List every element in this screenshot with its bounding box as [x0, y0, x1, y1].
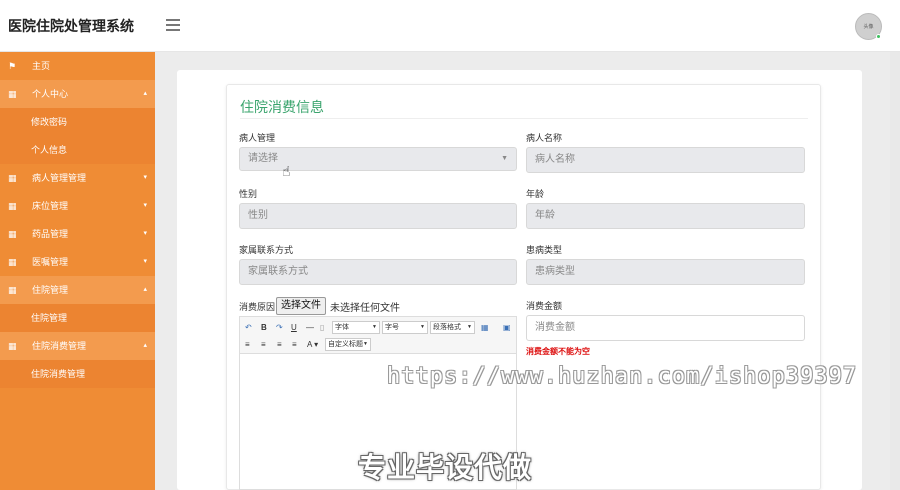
- sidebar-item-label: 个人信息: [31, 145, 68, 155]
- sidebar: ⚑ 主页 ▦ 个人中心 ▴ 修改密码个人信息 ▦ 病人管理管理 ▾ ▦ 床位管理 ▾ ▦ 药品管理 ▾ ▦ 医嘱…: [0, 52, 155, 490]
- amount-field[interactable]: 消费金额: [526, 315, 805, 341]
- chevron-down-icon: ▼: [420, 324, 425, 330]
- chevron-up-icon: ▴: [143, 90, 147, 97]
- grid-icon: ▦: [8, 201, 17, 211]
- sidebar-item[interactable]: ▦ 床位管理 ▾: [0, 192, 155, 220]
- contact-field[interactable]: 家属联系方式: [239, 259, 517, 285]
- amount-label: 消费金额: [526, 301, 563, 311]
- sidebar-item[interactable]: ▦ 住院管理 ▴: [0, 276, 155, 304]
- patient-label: 病人管理: [239, 133, 276, 143]
- font-family-select[interactable]: 字体 ▼: [332, 321, 380, 334]
- chevron-down-icon: ▾: [143, 202, 147, 209]
- page-icon[interactable]: ▯: [320, 321, 324, 335]
- align-center-icon[interactable]: ≡: [261, 338, 266, 352]
- chevron-up-icon: ▴: [143, 342, 147, 349]
- editor-toolbar: ↶ B ↷ U — ▯ 字体 ▼ 字号 ▼ 段落格式 ▼ ▦ ▣ ≡ ≡ ≡ ≡ A …: [240, 317, 516, 354]
- sidebar-item[interactable]: ▦ 住院消费管理 ▴: [0, 332, 155, 360]
- hand-cursor-icon: ☝: [282, 163, 291, 179]
- sidebar-item-label: 住院管理: [31, 313, 68, 323]
- sidebar-item-label: 住院消费管理: [31, 369, 86, 379]
- name-field[interactable]: 病人名称: [526, 147, 805, 173]
- custom-title-select[interactable]: 自定义标题 ▼: [325, 338, 371, 351]
- age-field[interactable]: 年龄: [526, 203, 805, 229]
- sidebar-item-label: 药品管理: [32, 229, 69, 239]
- font-size-select[interactable]: 字号 ▼: [382, 321, 428, 334]
- image-icon[interactable]: ▣: [503, 321, 511, 335]
- reason-label: 消费原因: [239, 302, 276, 312]
- sidebar-item[interactable]: ▦ 药品管理 ▾: [0, 220, 155, 248]
- align-right-icon[interactable]: ≡: [277, 338, 282, 352]
- chevron-down-icon: ▾: [143, 230, 147, 237]
- sidebar-item-label: 医嘱管理: [32, 257, 69, 267]
- grid-icon: ▦: [8, 285, 17, 295]
- undo-icon[interactable]: ↶: [245, 321, 252, 335]
- sidebar-item[interactable]: 住院管理: [0, 304, 155, 332]
- sidebar-item[interactable]: 修改密码: [0, 108, 155, 136]
- illness-field[interactable]: 患病类型: [526, 259, 805, 285]
- align-left-icon[interactable]: ≡: [245, 338, 250, 352]
- app-title: 医院住院处管理系统: [8, 18, 134, 34]
- contact-label: 家属联系方式: [239, 245, 294, 255]
- chevron-down-icon: ▾: [143, 258, 147, 265]
- age-label: 年龄: [526, 189, 545, 199]
- sidebar-item-label: 主页: [32, 61, 51, 71]
- watermark-text: 专业毕设代做: [358, 452, 533, 483]
- name-label: 病人名称: [526, 133, 563, 143]
- amount-error: 消费金额不能为空: [526, 347, 590, 356]
- menu-toggle-icon[interactable]: [166, 17, 180, 33]
- align-justify-icon[interactable]: ≡: [292, 338, 297, 352]
- underline-button[interactable]: U: [291, 321, 297, 335]
- sidebar-item[interactable]: 个人信息: [0, 136, 155, 164]
- sidebar-item[interactable]: ▦ 医嘱管理 ▾: [0, 248, 155, 276]
- grid-icon: ▦: [8, 89, 17, 99]
- font-family-value: 字体: [335, 324, 349, 331]
- horizontal-rule-icon[interactable]: —: [306, 321, 314, 335]
- illness-label: 患病类型: [526, 245, 563, 255]
- sidebar-item-label: 住院消费管理: [32, 341, 87, 351]
- sidebar-item-label: 床位管理: [32, 201, 69, 211]
- flag-icon: ⚑: [8, 61, 17, 71]
- paragraph-value: 段落格式: [433, 324, 461, 331]
- chevron-up-icon: ▴: [143, 286, 147, 293]
- paragraph-select[interactable]: 段落格式 ▼: [430, 321, 475, 334]
- sidebar-item-label: 住院管理: [32, 285, 69, 295]
- grid-icon: ▦: [8, 341, 17, 351]
- page-title: 住院消费信息: [240, 99, 324, 115]
- sidebar-item[interactable]: 住院消费管理: [0, 360, 155, 388]
- chevron-down-icon: ▼: [501, 155, 508, 162]
- format-paint-icon[interactable]: ↷: [276, 321, 283, 335]
- watermark-url: https://www.huzhan.com/ishop39397: [387, 364, 858, 389]
- choose-file-button[interactable]: 选择文件: [276, 297, 326, 315]
- table-icon[interactable]: ▦: [481, 321, 489, 335]
- patient-select[interactable]: 请选择 ▼: [239, 147, 517, 171]
- title-divider: [240, 118, 808, 119]
- chevron-down-icon: ▼: [467, 324, 472, 330]
- grid-icon: ▦: [8, 173, 17, 183]
- sidebar-item-label: 修改密码: [31, 117, 68, 127]
- text-color-label: A: [307, 340, 312, 349]
- gender-field[interactable]: 性别: [239, 203, 517, 229]
- grid-icon: ▦: [8, 257, 17, 267]
- chevron-down-icon: ▾: [143, 174, 147, 181]
- chevron-down-icon: ▼: [363, 341, 368, 347]
- grid-icon: ▦: [8, 229, 17, 239]
- top-bar: 医院住院处管理系统 头像: [0, 0, 900, 52]
- patient-select-value: 请选择: [248, 153, 278, 164]
- sidebar-item-label: 病人管理管理: [32, 173, 87, 183]
- font-size-value: 字号: [385, 324, 399, 331]
- chevron-down-icon: ▼: [372, 324, 377, 330]
- scrollbar[interactable]: [890, 52, 900, 490]
- sidebar-item[interactable]: ▦ 病人管理管理 ▾: [0, 164, 155, 192]
- custom-title-value: 自定义标题: [328, 341, 363, 348]
- bold-button[interactable]: B: [261, 321, 267, 335]
- online-status-dot: [876, 34, 881, 39]
- sidebar-item[interactable]: ⚑ 主页: [0, 52, 155, 80]
- sidebar-item-label: 个人中心: [32, 89, 69, 99]
- sidebar-item[interactable]: ▦ 个人中心 ▴: [0, 80, 155, 108]
- file-status: 未选择任何文件: [330, 303, 400, 314]
- gender-label: 性别: [239, 189, 258, 199]
- text-color-button[interactable]: A ▾: [307, 338, 318, 352]
